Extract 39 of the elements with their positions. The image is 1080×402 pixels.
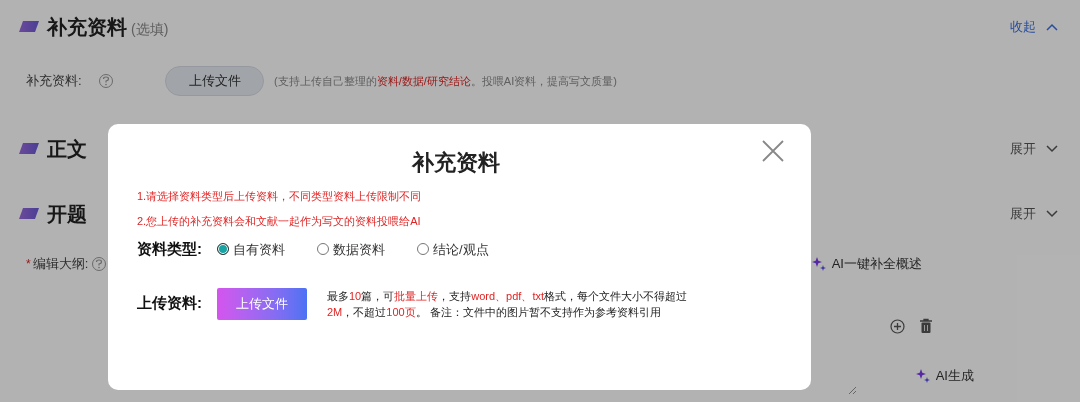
upload-button[interactable]: 上传文件 <box>217 287 307 320</box>
sparkle-icon <box>915 369 930 383</box>
notice-text: 2.您上传的补充资料会和文献一起作为写文的资料投喂给AI <box>137 214 422 229</box>
field-label: 上传资料: <box>137 293 203 314</box>
chevron-up-icon <box>1046 23 1058 31</box>
modal-title: 补充资料 <box>412 149 500 177</box>
section-title: 开题 <box>47 201 87 227</box>
section-icon <box>18 206 40 221</box>
section-toggle[interactable]: 收起 <box>1010 17 1058 37</box>
radio-option[interactable]: 自有资料 <box>217 239 285 259</box>
radio-option[interactable]: 结论/观点 <box>417 239 489 259</box>
radio-button[interactable] <box>417 243 429 256</box>
notice-text: 1.请选择资料类型后上传资料，不同类型资料上传限制不同 <box>137 189 423 204</box>
chevron-down-icon <box>1046 209 1058 218</box>
required-mark: * <box>26 256 31 273</box>
section-icon <box>18 20 40 34</box>
resize-handle-icon <box>848 386 857 395</box>
add-icon[interactable] <box>890 318 905 334</box>
upload-rules: 2M，不超过100页。 备注：文件中的图片暂不支持作为参考资料引用 <box>327 304 662 320</box>
radio-option[interactable]: 数据资料 <box>317 239 385 259</box>
field-label: 补充资料: <box>26 72 83 91</box>
chevron-down-icon <box>1046 144 1058 153</box>
section-toggle[interactable]: 展开 <box>1010 203 1058 224</box>
upload-button[interactable]: 上传文件 <box>165 66 264 96</box>
section-hint: (选填) <box>131 19 169 39</box>
upload-note: (支持上传自己整理的资料/数据/研究结论。投喂AI资料，提高写文质量) <box>274 73 617 89</box>
ai-fill-button[interactable]: AI一键补全概述 <box>811 254 922 274</box>
section-toggle[interactable]: 展开 <box>1010 138 1058 159</box>
section-title: 正文 <box>47 136 87 162</box>
sparkle-icon <box>811 257 826 271</box>
ai-generate-button[interactable]: AI生成 <box>915 366 974 386</box>
section-title: 补充资料 <box>47 15 127 40</box>
upload-rules: 最多10篇，可批量上传，支持word、pdf、txt格式，每个文件大小不得超过 <box>327 288 687 304</box>
close-icon[interactable] <box>761 139 785 163</box>
delete-icon[interactable] <box>919 318 933 334</box>
field-label: 编辑大纲: <box>32 255 89 274</box>
section-icon <box>18 141 40 156</box>
radio-button[interactable] <box>317 243 329 256</box>
field-label: 资料类型: <box>137 239 203 259</box>
